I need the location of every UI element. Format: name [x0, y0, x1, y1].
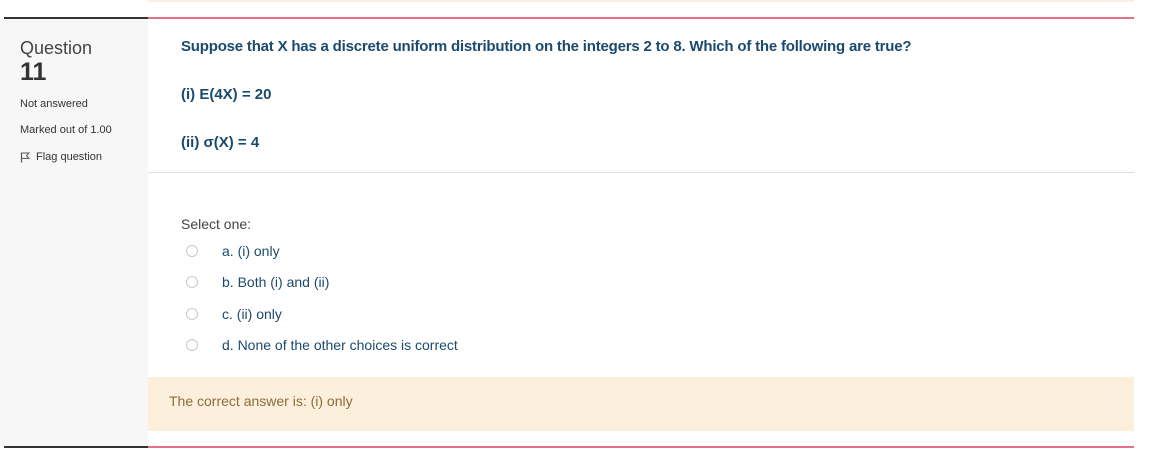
answer-option-a[interactable]: a. (i) only: [186, 243, 280, 259]
top-band: [148, 0, 1134, 2]
flag-question-link[interactable]: Flag question: [20, 151, 102, 163]
answer-option-label[interactable]: d. None of the other choices is correct: [222, 337, 458, 353]
answer-option-label[interactable]: a. (i) only: [222, 243, 280, 259]
radio-button-d[interactable]: [186, 339, 198, 351]
answer-option-d[interactable]: d. None of the other choices is correct: [186, 337, 458, 353]
answer-option-b[interactable]: b. Both (i) and (ii): [186, 274, 329, 290]
flag-question-label: Flag question: [36, 151, 103, 163]
radio-button-c[interactable]: [186, 308, 198, 320]
question-state: Not answered: [20, 98, 88, 110]
question-text: Suppose that X has a discrete uniform di…: [181, 38, 912, 55]
answer-option-c[interactable]: c. (ii) only: [186, 306, 282, 322]
question-number: 11: [20, 58, 47, 86]
correct-answer-text: The correct answer is: (i) only: [169, 393, 353, 409]
feedback-panel: The correct answer is: (i) only: [148, 377, 1134, 431]
radio-button-a[interactable]: [186, 245, 198, 257]
content-divider-bottom: [148, 446, 1134, 448]
answer-option-label[interactable]: b. Both (i) and (ii): [222, 274, 329, 290]
statement-ii: (ii) σ(X) = 4: [181, 134, 260, 151]
radio-button-b[interactable]: [186, 276, 198, 288]
answer-option-label[interactable]: c. (ii) only: [222, 306, 282, 322]
info-divider-bottom: [4, 446, 148, 448]
question-grade: Marked out of 1.00: [20, 124, 112, 136]
statement-i: (i) E(4X) = 20: [181, 86, 272, 103]
select-one-prompt: Select one:: [181, 216, 252, 232]
question-label: Question: [20, 38, 93, 58]
flag-icon: [20, 152, 30, 162]
